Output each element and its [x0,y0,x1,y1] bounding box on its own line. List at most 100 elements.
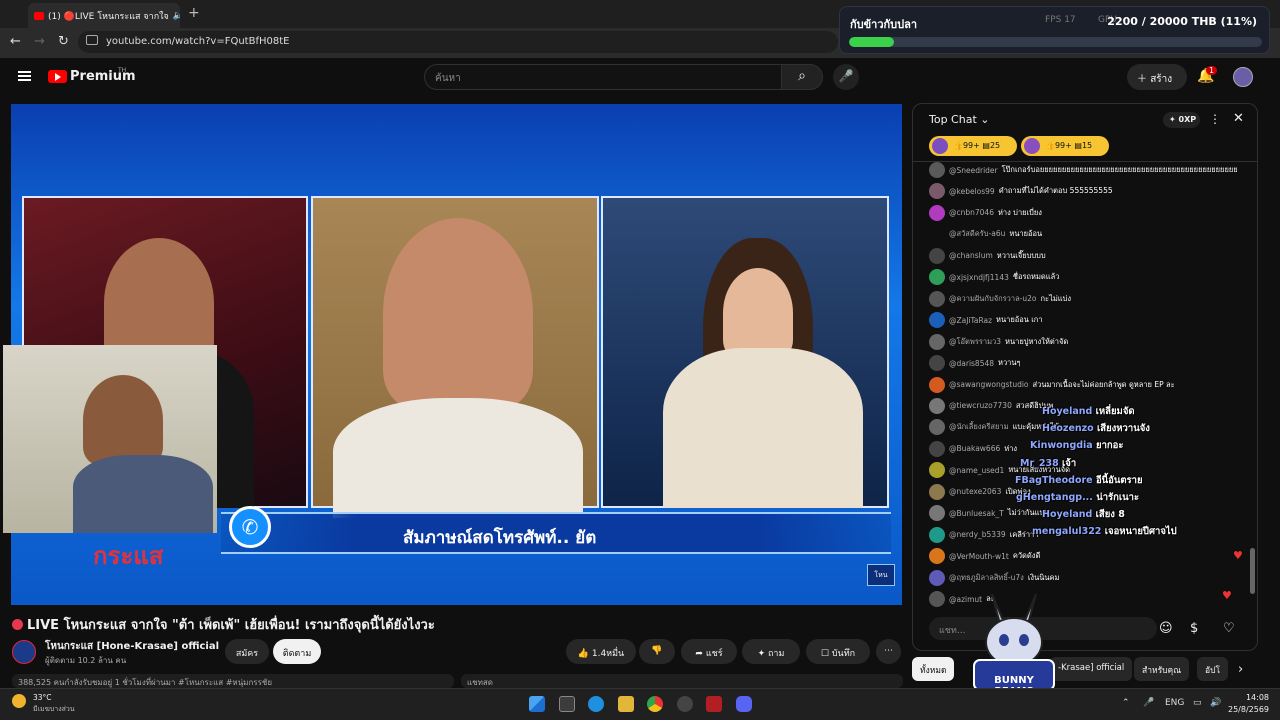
task-view-icon[interactable] [559,696,575,712]
search-icon[interactable]: ⌕ [781,64,823,90]
chat-author[interactable]: @daris8548 [949,359,994,368]
secondary-box[interactable]: แชทสด [461,674,903,688]
chat-avatar[interactable] [929,269,945,286]
chat-avatar[interactable] [929,247,945,264]
tray-mic-icon[interactable]: 🎤 [1143,698,1154,708]
chat-author[interactable]: @cnbn7046 [949,208,994,217]
chat-message[interactable]: @ZaJiTaRaz หนายอ้อน เกา [929,312,1043,329]
chat-message[interactable]: @nerdy_b5339 เคลีร่าาา [929,526,1038,543]
save-button[interactable]: ☐ บันทึก [806,639,870,664]
back-icon[interactable]: ← [10,34,21,49]
chat-author[interactable]: @Sneedrider [949,166,998,175]
chat-scroll-thumb[interactable] [1250,548,1255,594]
language-indicator[interactable]: ENG [1165,698,1184,708]
more-actions-icon[interactable]: ⋯ [876,639,901,664]
channel-name[interactable]: โหนกระแส [Hone-Krasae] official [45,639,219,654]
chat-message[interactable]: @VerMouth-w1t ควัดดังดี [929,548,1040,565]
chips-next-icon[interactable]: › [1238,662,1243,677]
chat-avatar[interactable] [929,204,945,221]
chat-message[interactable]: @Bunluesak_T ไม่ว่ากันแบบ [929,505,1049,522]
chat-author[interactable]: @nutexe2063 [949,487,1001,496]
chat-avatar[interactable] [929,397,945,414]
weather-desc[interactable]: มีเมฆบางส่วน [33,704,75,715]
chat-message[interactable]: @ความฝันกับจักรวาล-u2o กะไม่แบ่ง [929,290,1071,307]
like-button[interactable]: 👍 1.4หมื่น [566,639,636,664]
chat-message[interactable]: @นักเลี้ยงครีสยาม แบะคุ้มหน่ะไพ้ [929,419,1059,436]
filter-chip[interactable]: -Krasae] official [1050,657,1133,681]
top-fan-pill-2[interactable]: 👍99+ ▤15 [1021,136,1109,156]
chat-author[interactable]: @ความฝันกับจักรวาล-u2o [949,293,1037,305]
chat-message[interactable]: @sawangwongstudio ส่วนมากเนื้อจะไม่ค่อยกล… [929,376,1175,393]
chat-avatar[interactable] [929,483,945,500]
chat-author[interactable]: @xjsjxndjfj1143 [949,273,1009,282]
chat-avatar[interactable] [929,591,945,607]
ask-button[interactable]: ✦ ถาม [742,639,800,664]
chat-message[interactable]: @tiewcruzo7730 สวสดีฮิปนพ [929,397,1054,414]
chat-author[interactable]: @sawangwongstudio [949,380,1029,389]
dota-icon[interactable] [706,696,722,712]
xp-badge[interactable]: ✦ 0XP [1163,112,1200,128]
chat-avatar[interactable] [929,162,945,178]
chat-avatar[interactable] [929,183,945,200]
site-info-icon[interactable] [86,35,98,45]
chat-message[interactable]: @สวัสดีครับ-a6u หนายอ้อน [929,226,1042,243]
search-input[interactable]: ค้นหา [424,64,782,90]
chat-author[interactable]: @ZaJiTaRaz [949,316,992,325]
chat-author[interactable]: @VerMouth-w1t [949,552,1009,561]
chat-avatar[interactable] [929,440,945,457]
chat-avatar[interactable] [929,226,945,243]
menu-icon[interactable] [18,71,31,81]
forward-icon[interactable]: → [34,34,45,49]
chat-author[interactable]: @nerdy_b5339 [949,530,1006,539]
chat-avatar[interactable] [929,419,945,436]
windows-start-icon[interactable] [529,696,545,712]
chat-author[interactable]: @Bunluesak_T [949,509,1004,518]
chat-author[interactable]: @kebelos99 [949,187,995,196]
audio-icon[interactable]: 🔈 [173,11,180,21]
chat-message[interactable]: @chanslum หวานเจี๊ยบบบบ [929,247,1046,264]
chat-author[interactable]: @ฤทธภูมิลาลสิทธิ์-u7ง [949,572,1024,584]
discord-icon[interactable] [736,696,752,712]
chat-avatar[interactable] [929,462,945,479]
chat-avatar[interactable] [929,505,945,522]
chat-message[interactable]: @daris8548 หวานๆ [929,355,1021,372]
chat-close-icon[interactable]: ✕ [1233,111,1244,126]
filter-chip[interactable]: ทั้งหมด [912,657,955,681]
share-button[interactable]: ➦ แชร์ [681,639,737,664]
chat-author[interactable]: @โอ๊ตพรรามว3 [949,336,1001,348]
chat-avatar[interactable] [929,355,945,372]
chat-scrollbar[interactable] [1250,168,1255,598]
create-button[interactable]: ＋ สร้าง [1127,64,1187,90]
chat-avatar[interactable] [929,569,945,586]
filter-chip[interactable]: อัปโ [1197,657,1229,681]
emoji-icon[interactable]: ☺ [1159,621,1173,636]
obs-icon[interactable] [677,696,693,712]
chat-menu-icon[interactable]: ⋮ [1209,112,1221,126]
super-chat-icon[interactable]: $ [1190,621,1198,636]
chat-mode-dropdown[interactable]: Top Chat ⌄ [929,113,989,126]
youtube-logo-icon[interactable] [48,70,67,83]
chat-message[interactable]: @โอ๊ตพรรามว3 หนายปูหางให้ต่าจัด [929,333,1068,350]
account-avatar[interactable] [1233,67,1253,87]
taskbar-clock[interactable]: 14:08 25/8/2569 [1228,692,1269,716]
reload-icon[interactable]: ↻ [58,34,69,49]
chat-message[interactable]: @Buakaw666 ห่าง [929,440,1017,457]
chat-author[interactable]: @chanslum [949,251,993,260]
chrome-icon[interactable] [647,696,663,712]
subscribe-button[interactable]: ติดตาม [273,639,321,664]
join-button[interactable]: สมัคร [225,639,269,664]
network-icon[interactable]: ▭ [1193,698,1202,708]
new-tab-icon[interactable]: + [188,5,200,21]
chat-message[interactable]: @kebelos99 คำถามที่ไม่ได้คำตอบ 555555555 [929,183,1113,200]
chat-message[interactable]: @xjsjxndjfj1143 ชื่อรถหมดแล้ว [929,269,1059,286]
filter-chip[interactable]: สำหรับคุณ [1134,657,1190,681]
volume-icon[interactable]: 🔊 [1210,698,1221,708]
chat-avatar[interactable] [929,290,945,307]
weather-temp[interactable]: 33°C [33,693,52,702]
chat-author[interactable]: @Buakaw666 [949,444,1000,453]
chat-avatar[interactable] [929,526,945,543]
chat-author[interactable]: @นักเลี้ยงครีสยาม [949,421,1009,433]
file-explorer-icon[interactable] [618,696,634,712]
edge-browser-icon[interactable] [588,696,604,712]
chat-message[interactable]: @Sneedrider โป๊กเกอร์บอยยยยยยยยยยยยยยยยยย… [929,162,1238,178]
